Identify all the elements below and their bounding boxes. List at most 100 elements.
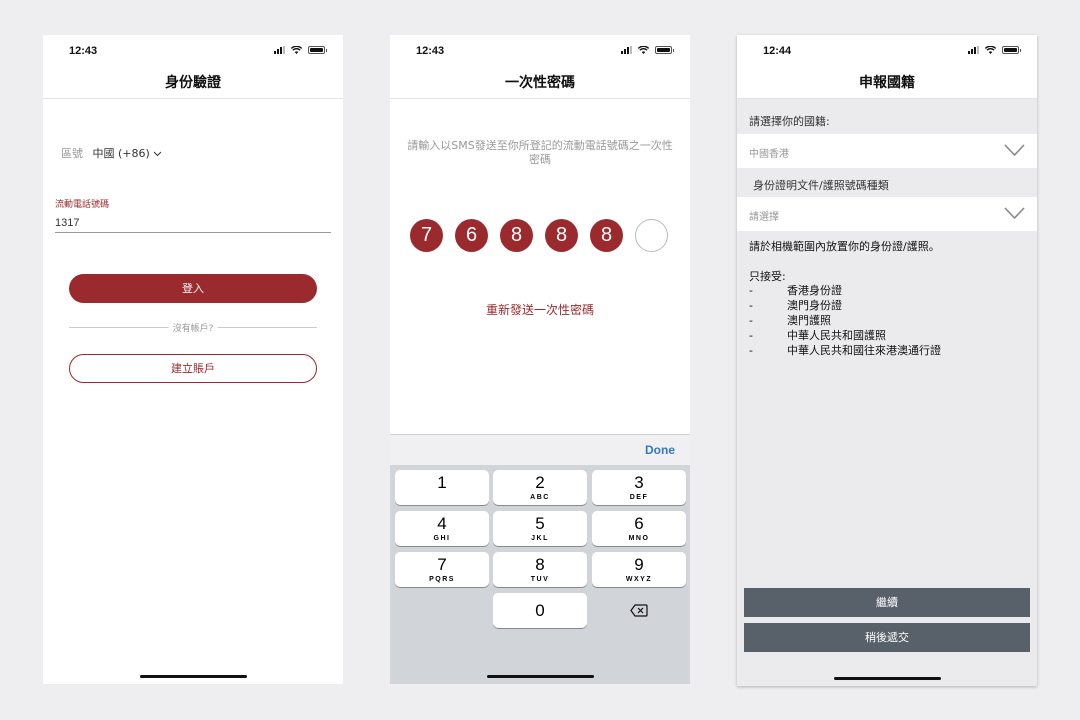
key-number: 0 — [535, 601, 545, 620]
home-indicator[interactable] — [140, 675, 247, 678]
key-letters: WXYZ — [625, 576, 653, 583]
key-0[interactable]: 0 — [493, 593, 587, 628]
key-letters: MNO — [628, 535, 650, 542]
list-item: - 澳門身份證 — [749, 299, 842, 312]
page-title: 一次性密碼 — [505, 75, 575, 91]
submit-later-button[interactable]: 稍後遞交 — [744, 623, 1030, 652]
battery-icon — [655, 46, 674, 54]
key-number: 1 — [437, 473, 447, 492]
status-bar: 12:43 — [43, 35, 343, 67]
list-item: - 澳門護照 — [749, 314, 831, 327]
nationality-label: 請選擇你的國籍: — [749, 115, 830, 128]
login-button[interactable]: 登入 — [69, 274, 317, 303]
wifi-icon — [985, 46, 996, 54]
region-label: 區號 — [61, 147, 83, 160]
delete-key[interactable] — [592, 593, 686, 628]
key-number: 5 — [535, 514, 545, 533]
list-item-text: 中華人民共和國護照 — [787, 329, 886, 342]
list-item-text: 香港身份證 — [787, 284, 842, 297]
key-letters: DEF — [629, 494, 649, 501]
identity-verification-screen: 12:43 身份驗證 區號 中國 (+86) 流動電話號碼 登入 沒有帳戶? 建… — [43, 35, 343, 684]
list-item: - 中華人民共和國往來港澳通行證 — [749, 344, 941, 357]
signal-icon — [621, 46, 632, 54]
done-button[interactable]: Done — [645, 443, 675, 457]
key-6[interactable]: 6 MNO — [592, 511, 686, 546]
key-number: 3 — [634, 473, 644, 492]
status-time: 12:44 — [763, 45, 792, 57]
otp-digit: 8 — [590, 219, 623, 252]
key-letters: ABC — [530, 494, 550, 501]
list-item-text: 澳門護照 — [787, 314, 831, 327]
no-account-text: 沒有帳戶? — [168, 321, 218, 334]
key-number: 2 — [535, 473, 545, 492]
list-item-text: 澳門身份證 — [787, 299, 842, 312]
form-body: 請選擇你的國籍: 中國香港 身份證明文件/護照號碼種類 請選擇 請於相機範圍內放… — [737, 99, 1037, 686]
document-type-value: 請選擇 — [749, 212, 779, 223]
status-bar: 12:43 — [390, 35, 690, 67]
otp-digit: 7 — [410, 219, 443, 252]
key-letters: TUV — [530, 576, 550, 583]
page-title: 身份驗證 — [165, 75, 221, 91]
chevron-down-icon — [1004, 144, 1025, 157]
id-placement-note: 請於相機範圍內放置你的身份證/護照。 — [749, 240, 940, 253]
key-number: 7 — [437, 555, 447, 574]
key-number: 9 — [634, 555, 644, 574]
region-selector[interactable]: 區號 中國 (+86) — [61, 145, 162, 161]
signal-icon — [968, 46, 979, 54]
key-number: 4 — [437, 514, 447, 533]
key-number: 6 — [634, 514, 644, 533]
divider: 沒有帳戶? — [69, 321, 317, 334]
phone-number-input[interactable] — [55, 213, 331, 233]
nationality-value: 中國香港 — [749, 149, 789, 160]
key-letters: PQRS — [429, 576, 455, 583]
key-4[interactable]: 4 GHI — [395, 511, 489, 546]
chevron-down-icon — [1004, 207, 1025, 220]
status-time: 12:43 — [416, 45, 445, 57]
key-7[interactable]: 7 PQRS — [395, 552, 489, 587]
battery-icon — [1002, 46, 1021, 54]
otp-screen: 12:43 一次性密碼 請輸入以SMS發送至你所登記的流動電話號碼之一次性密碼 … — [390, 35, 690, 684]
accepted-label: 只接受: — [749, 270, 786, 283]
battery-icon — [308, 46, 327, 54]
document-type-select[interactable]: 請選擇 — [737, 197, 1037, 231]
key-3[interactable]: 3 DEF — [592, 470, 686, 505]
otp-digit: 8 — [500, 219, 533, 252]
key-letters: JKL — [531, 535, 549, 542]
resend-otp-link[interactable]: 重新發送一次性密碼 — [390, 301, 690, 318]
numeric-keyboard: Done 1 2 ABC 3 DEF 4 GHI 5 JKL 6 MNO 7 PQRS 8 T… — [390, 434, 690, 684]
create-account-button[interactable]: 建立賬戶 — [69, 354, 317, 383]
list-item: - 中華人民共和國護照 — [749, 329, 886, 342]
list-item: - 香港身份證 — [749, 284, 842, 297]
home-indicator[interactable] — [834, 677, 941, 680]
list-item-text: 中華人民共和國往來港澳通行證 — [787, 344, 941, 357]
wifi-icon — [638, 46, 649, 54]
key-2[interactable]: 2 ABC — [493, 470, 587, 505]
document-type-label: 身份證明文件/護照號碼種類 — [753, 179, 889, 192]
nationality-select[interactable]: 中國香港 — [737, 134, 1037, 168]
key-8[interactable]: 8 TUV — [493, 552, 587, 587]
chevron-down-icon — [153, 151, 162, 157]
key-9[interactable]: 9 WXYZ — [592, 552, 686, 587]
otp-digit: 6 — [455, 219, 488, 252]
otp-input[interactable]: 7 6 8 8 8 — [410, 219, 668, 252]
otp-digit-empty — [635, 219, 668, 252]
home-indicator[interactable] — [487, 675, 594, 678]
nav-bar: 一次性密碼 — [390, 67, 690, 99]
wifi-icon — [291, 46, 302, 54]
region-value: 中國 (+86) — [92, 147, 150, 160]
nationality-declaration-screen: 12:44 申報國籍 請選擇你的國籍: 中國香港 身份證明文件/護照號碼種類 請… — [737, 35, 1037, 686]
key-5[interactable]: 5 JKL — [493, 511, 587, 546]
keyboard-toolbar: Done — [390, 434, 690, 465]
otp-instruction: 請輸入以SMS發送至你所登記的流動電話號碼之一次性密碼 — [407, 139, 673, 166]
nav-bar: 申報國籍 — [737, 67, 1037, 99]
key-number: 8 — [535, 555, 545, 574]
nav-bar: 身份驗證 — [43, 67, 343, 99]
accepted-documents-list: - 香港身份證 - 澳門身份證 - 澳門護照 - 中華人民共和國護照 - 中華人民共和國往… — [749, 283, 941, 358]
page-title: 申報國籍 — [859, 75, 915, 91]
continue-button[interactable]: 繼續 — [744, 588, 1030, 617]
status-time: 12:43 — [69, 45, 98, 57]
signal-icon — [274, 46, 285, 54]
otp-digit: 8 — [545, 219, 578, 252]
key-1[interactable]: 1 — [395, 470, 489, 505]
backspace-icon — [630, 604, 648, 617]
